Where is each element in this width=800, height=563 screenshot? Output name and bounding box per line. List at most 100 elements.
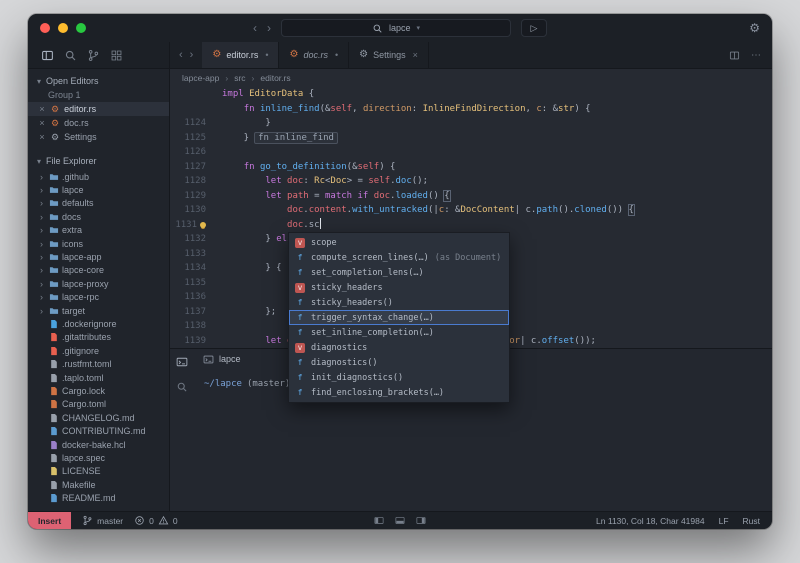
tabs-forward-button[interactable]: › (190, 49, 194, 61)
split-editor-button[interactable] (729, 50, 740, 61)
tab-editor.rs[interactable]: ⚙ editor.rs • (202, 42, 280, 68)
code-line[interactable]: 1124 } (170, 116, 772, 131)
terminal-tab[interactable]: lapce (194, 349, 250, 369)
editor-mode-badge[interactable]: Insert (28, 512, 72, 529)
open-editor-editor.rs[interactable]: × ⚙ editor.rs (28, 102, 169, 116)
close-icon[interactable]: × (38, 118, 46, 128)
close-icon[interactable]: × (38, 104, 46, 114)
completion-item[interactable]: f init_diagnostics() (289, 370, 509, 385)
toggle-panelB-button[interactable] (395, 515, 406, 526)
folder-.github[interactable]: › .github (28, 170, 169, 183)
code-line[interactable]: impl EditorData { (170, 87, 772, 102)
folder-lapce[interactable]: › lapce (28, 183, 169, 196)
panel-search-button[interactable] (176, 381, 188, 393)
close-window-button[interactable] (40, 23, 50, 33)
breadcrumb-item[interactable]: editor.rs (260, 73, 290, 83)
file-.gitignore[interactable]: .gitignore (28, 344, 169, 357)
code-line[interactable]: 1126 (170, 145, 772, 160)
completion-item[interactable]: v sticky_headers (289, 280, 509, 295)
panel-terminal-button[interactable] (176, 356, 188, 368)
activity-file-explorer-button[interactable] (41, 49, 54, 62)
problems-indicator[interactable]: 0 0 (134, 515, 178, 526)
tab-navigation: ‹ › (170, 42, 202, 68)
toggle-panelL-button[interactable] (374, 515, 385, 526)
settings-gear-button[interactable]: ⚙ (749, 21, 760, 35)
command-palette-input[interactable]: lapce ▾ (281, 19, 511, 37)
tree-item-label: icons (62, 238, 84, 249)
file-.gitattributes[interactable]: .gitattributes (28, 331, 169, 344)
tabs-back-button[interactable]: ‹ (179, 49, 183, 61)
cursor-position-indicator[interactable]: Ln 1130, Col 18, Char 41984 (596, 516, 705, 526)
code-line[interactable]: 1131 doc.sc (170, 217, 772, 233)
completion-item[interactable]: v scope (289, 235, 509, 250)
folder-lapce-proxy[interactable]: › lapce-proxy (28, 277, 169, 290)
activity-search-button[interactable] (64, 49, 77, 62)
open-editor-doc.rs[interactable]: × ⚙ doc.rs (28, 116, 169, 130)
open-editors-title: Open Editors (46, 76, 99, 86)
code-text: } fn inline_find (214, 131, 338, 146)
nav-back-button[interactable]: ‹ (253, 22, 257, 34)
code-line[interactable]: fn inline_find(&self, direction: InlineF… (170, 102, 772, 117)
folder-icon (49, 265, 62, 275)
language-mode-indicator[interactable]: Rust (743, 516, 760, 526)
folder-lapce-app[interactable]: › lapce-app (28, 250, 169, 263)
toggle-panelR-button[interactable] (416, 515, 427, 526)
tree-item-label: lapce-rpc (62, 292, 100, 303)
file-lapce.spec[interactable]: lapce.spec (28, 451, 169, 464)
folder-target[interactable]: › target (28, 304, 169, 317)
code-line[interactable]: 1128 let doc: Rc<Doc> = self.doc(); (170, 174, 772, 189)
file-Cargo.toml[interactable]: Cargo.toml (28, 398, 169, 411)
eol-indicator[interactable]: LF (719, 516, 729, 526)
minimize-window-button[interactable] (58, 23, 68, 33)
file-CONTRIBUTING.md[interactable]: CONTRIBUTING.md (28, 424, 169, 437)
file-.taplo.toml[interactable]: .taplo.toml (28, 371, 169, 384)
activity-source-control-button[interactable] (87, 49, 100, 62)
folder-icons[interactable]: › icons (28, 237, 169, 250)
completion-item[interactable]: f compute_screen_lines(…) (as Document) (289, 250, 509, 265)
folder-lapce-rpc[interactable]: › lapce-rpc (28, 291, 169, 304)
code-line[interactable]: 1125 } fn inline_find (170, 131, 772, 146)
open-editor-Settings[interactable]: × ⚙ Settings (28, 130, 169, 144)
zoom-window-button[interactable] (76, 23, 86, 33)
code-line[interactable]: 1129 let path = match if doc.loaded() { (170, 189, 772, 204)
code-action-lightbulb-icon[interactable] (200, 221, 206, 228)
completion-item[interactable]: v diagnostics (289, 340, 509, 355)
file-README.md[interactable]: README.md (28, 491, 169, 504)
tab-label: Settings (373, 50, 406, 60)
titlebar[interactable]: ‹ › lapce ▾ ▷ ⚙ (28, 14, 772, 42)
breadcrumb-item[interactable]: lapce-app (182, 73, 219, 83)
file-Cargo.lock[interactable]: Cargo.lock (28, 384, 169, 397)
folder-lapce-core[interactable]: › lapce-core (28, 264, 169, 277)
tab-doc.rs[interactable]: ⚙ doc.rs • (279, 42, 350, 68)
open-editors-header[interactable]: ▾ Open Editors (28, 73, 169, 89)
tab-Settings[interactable]: ⚙ Settings × (349, 42, 429, 68)
file-.rustfmt.toml[interactable]: .rustfmt.toml (28, 357, 169, 370)
completion-item[interactable]: f set_completion_lens(…) (289, 265, 509, 280)
file-explorer-header[interactable]: ▾ File Explorer (28, 153, 169, 169)
completion-item[interactable]: f sticky_headers() (289, 295, 509, 310)
completion-item[interactable]: f find_enclosing_brackets(…) (289, 385, 509, 400)
code-line[interactable]: 1130 doc.content.with_untracked(|c: &Doc… (170, 203, 772, 218)
folder-defaults[interactable]: › defaults (28, 197, 169, 210)
activity-extensions-button[interactable] (110, 49, 123, 62)
breadcrumb-item[interactable]: src (234, 73, 245, 83)
file-LICENSE[interactable]: LICENSE (28, 465, 169, 478)
code-line[interactable]: 1127 fn go_to_definition(&self) { (170, 160, 772, 175)
line-number: 1133 (184, 248, 206, 259)
file-.dockerignore[interactable]: .dockerignore (28, 317, 169, 330)
completion-item[interactable]: f diagnostics() (289, 355, 509, 370)
folder-extra[interactable]: › extra (28, 224, 169, 237)
file-docker-bake.hcl[interactable]: docker-bake.hcl (28, 438, 169, 451)
completion-item[interactable]: f set_inline_completion(…) (289, 325, 509, 340)
nav-forward-button[interactable]: › (267, 22, 271, 34)
completion-item[interactable]: f trigger_syntax_change(…) (289, 310, 509, 325)
close-icon[interactable]: × (38, 132, 46, 142)
run-button[interactable]: ▷ (521, 19, 547, 37)
file-CHANGELOG.md[interactable]: CHANGELOG.md (28, 411, 169, 424)
folder-icon (49, 172, 62, 182)
more-actions-button[interactable]: ⋯ (751, 50, 761, 61)
tab-close-button[interactable]: × (413, 50, 418, 60)
folder-docs[interactable]: › docs (28, 210, 169, 223)
git-branch-indicator[interactable]: master (82, 515, 123, 526)
file-Makefile[interactable]: Makefile (28, 478, 169, 491)
